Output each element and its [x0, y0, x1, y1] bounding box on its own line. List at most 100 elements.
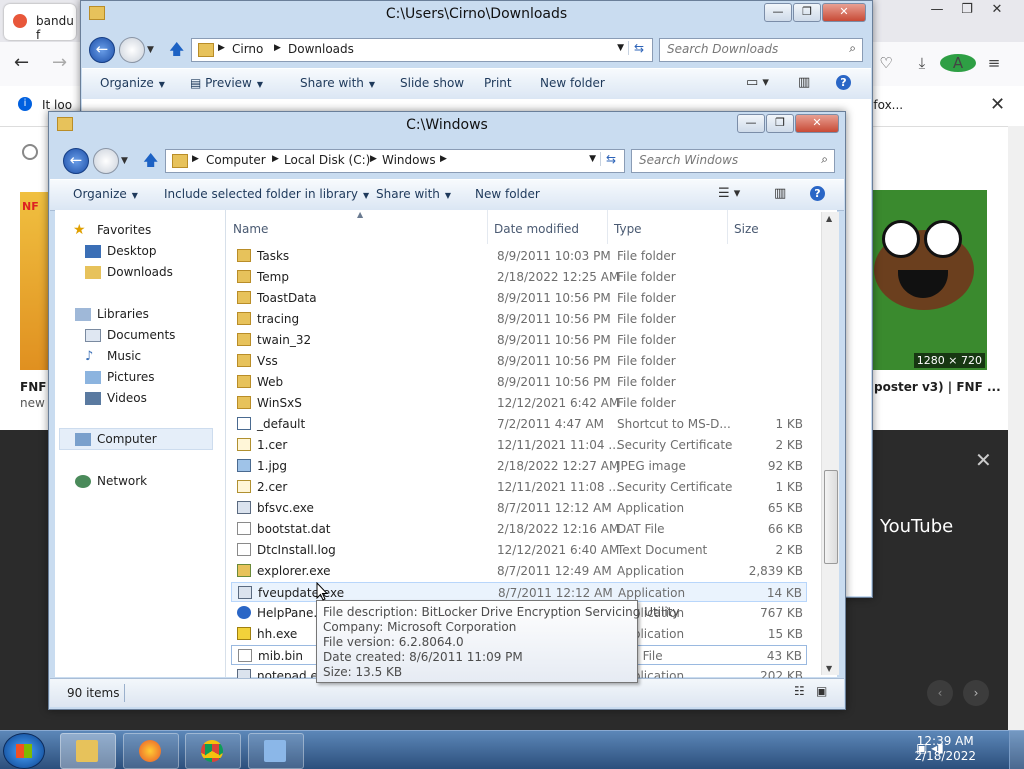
forward-button[interactable] [93, 148, 119, 174]
scroll-down-icon[interactable]: ▼ [826, 664, 832, 673]
breadcrumb-arrow-icon[interactable]: ▶ [274, 43, 281, 53]
forward-button[interactable] [119, 37, 145, 63]
close-icon[interactable]: ✕ [982, 2, 1012, 17]
column-header-size[interactable]: Size [734, 222, 759, 236]
close-button[interactable]: ✕ [822, 3, 866, 22]
show-desktop-button[interactable] [1009, 731, 1024, 769]
recent-pages-icon[interactable]: ▼ [147, 45, 154, 55]
table-row[interactable]: twain_32 8/9/2011 10:56 PM File folder [231, 330, 807, 350]
preview-pane-icon[interactable]: ▥ [798, 75, 810, 90]
column-separator[interactable] [487, 210, 488, 244]
chevron-left-icon[interactable]: ‹ [927, 680, 953, 706]
new-folder-button[interactable]: New folder [540, 76, 605, 90]
include-in-library-button[interactable]: Include selected folder in library ▼ [164, 187, 369, 201]
new-folder-button[interactable]: New folder [475, 187, 540, 201]
column-header-type[interactable]: Type [614, 222, 642, 236]
address-dropdown-icon[interactable]: ▼ [617, 43, 624, 53]
table-row[interactable]: WinSxS 12/12/2021 6:42 AM File folder [231, 393, 807, 413]
table-row[interactable]: tracing 8/9/2011 10:56 PM File folder [231, 309, 807, 329]
help-icon[interactable]: ? [810, 186, 825, 201]
breadcrumb-item[interactable]: Computer [206, 153, 266, 167]
table-row[interactable]: 1.jpg 2/18/2022 12:27 AM JPEG image 92 KB [231, 456, 807, 476]
thumbnail-view-icon[interactable]: ▣ [816, 684, 827, 698]
table-row[interactable]: DtcInstall.log 12/12/2021 6:40 AM Text Doc… [231, 540, 807, 560]
refresh-icon[interactable]: ⇆ [628, 41, 649, 55]
maximize-icon[interactable]: ❐ [952, 2, 982, 17]
nav-favorites[interactable]: Favorites [97, 223, 151, 237]
column-separator[interactable] [727, 210, 728, 244]
nav-pictures[interactable]: Pictures [107, 370, 155, 384]
minimize-button[interactable]: — [764, 3, 792, 22]
overlay-close-icon[interactable]: ✕ [975, 448, 992, 472]
menu-icon[interactable]: ≡ [976, 54, 1012, 72]
nav-documents[interactable]: Documents [107, 328, 175, 342]
taskbar-chrome-button[interactable] [185, 733, 241, 769]
organize-button[interactable]: Organize ▼ [100, 76, 165, 90]
column-header-name[interactable]: Name [233, 222, 268, 236]
table-row[interactable]: ToastData 8/9/2011 10:56 PM File folder [231, 288, 807, 308]
help-icon[interactable]: ? [836, 75, 851, 90]
search-input[interactable]: Search Windows ⌕ [631, 149, 835, 173]
share-with-button[interactable]: Share with ▼ [376, 187, 451, 201]
browser-forward-icon[interactable]: → [52, 52, 67, 73]
change-view-icon[interactable]: ☰ ▾ [718, 186, 740, 201]
maximize-button[interactable]: ❐ [766, 114, 794, 133]
minimize-icon[interactable]: — [922, 2, 952, 17]
breadcrumb-arrow-icon[interactable]: ▶ [218, 43, 225, 53]
print-button[interactable]: Print [484, 76, 512, 90]
search-icon[interactable]: ⌕ [821, 152, 828, 167]
table-row[interactable]: Web 8/9/2011 10:56 PM File folder [231, 372, 807, 392]
nav-computer[interactable]: Computer [97, 432, 157, 446]
maximize-button[interactable]: ❐ [793, 3, 821, 22]
browser-scrollbar[interactable] [1008, 126, 1024, 730]
breadcrumb-item[interactable]: Downloads [288, 42, 354, 56]
details-view-icon[interactable]: ☷ [794, 684, 805, 698]
back-button[interactable]: ← [89, 37, 115, 63]
start-button[interactable] [3, 733, 45, 769]
up-arrow-icon[interactable]: 🡅 [143, 150, 158, 175]
breadcrumb-arrow-icon[interactable]: ▶ [192, 154, 199, 164]
table-row[interactable]: 1.cer 12/11/2021 11:04 ... Security Certif… [231, 435, 807, 455]
preview-button[interactable]: ▤ Preview ▼ [190, 76, 263, 90]
taskbar-explorer-button[interactable] [60, 733, 116, 769]
download-icon[interactable]: ⤓ [904, 54, 940, 72]
clock[interactable]: 12:39 AM 2/18/2022 [914, 734, 976, 764]
organize-button[interactable]: Organize ▼ [73, 187, 138, 201]
caption-left-title[interactable]: FNF [20, 380, 46, 394]
breadcrumb-item[interactable]: Cirno [232, 42, 263, 56]
nav-downloads[interactable]: Downloads [107, 265, 173, 279]
search-icon[interactable]: ⌕ [849, 41, 856, 56]
file-list-scrollbar[interactable]: ▲ ▼ [821, 212, 839, 675]
scroll-thumb[interactable] [824, 470, 838, 564]
taskbar-control-panel-button[interactable] [248, 733, 304, 769]
table-row[interactable]: Tasks 8/9/2011 10:03 PM File folder [231, 246, 807, 266]
change-view-icon[interactable]: ▭ ▾ [746, 75, 769, 90]
pocket-icon[interactable]: ♡ [868, 54, 904, 72]
share-with-button[interactable]: Share with ▼ [300, 76, 375, 90]
table-row[interactable]: Temp 2/18/2022 12:25 AM File folder [231, 267, 807, 287]
column-separator[interactable] [607, 210, 608, 244]
table-row[interactable]: explorer.exe 8/7/2011 12:49 AM Application… [231, 561, 807, 581]
address-bar[interactable]: ▶ Cirno ▶ Downloads ▼ ⇆ [191, 38, 653, 62]
up-arrow-icon[interactable]: 🡅 [169, 39, 184, 64]
breadcrumb-item[interactable]: Local Disk (C:) [284, 153, 370, 167]
table-row[interactable]: bootstat.dat 2/18/2022 12:16 AM DAT File 66… [231, 519, 807, 539]
recent-pages-icon[interactable]: ▼ [121, 156, 128, 166]
preview-pane-icon[interactable]: ▥ [774, 186, 786, 201]
account-icon[interactable]: A [940, 54, 976, 72]
browser-back-icon[interactable]: ← [14, 52, 29, 73]
table-row[interactable]: bfsvc.exe 8/7/2011 12:12 AM Application 65 … [231, 498, 807, 518]
nav-videos[interactable]: Videos [107, 391, 147, 405]
close-button[interactable]: ✕ [795, 114, 839, 133]
table-row[interactable]: Vss 8/9/2011 10:56 PM File folder [231, 351, 807, 371]
address-dropdown-icon[interactable]: ▼ [589, 154, 596, 164]
slide-show-button[interactable]: Slide show [400, 76, 464, 90]
column-header-date[interactable]: Date modified [494, 222, 579, 236]
nav-network[interactable]: Network [97, 474, 147, 488]
breadcrumb-item[interactable]: Windows [382, 153, 436, 167]
table-row[interactable]: _default 7/2/2011 4:47 AM Shortcut to MS-D… [231, 414, 807, 434]
nav-music[interactable]: Music [107, 349, 141, 363]
breadcrumb-arrow-icon[interactable]: ▶ [370, 154, 377, 164]
address-bar[interactable]: ▶ Computer ▶ Local Disk (C:) ▶ Windows ▶… [165, 149, 625, 173]
scroll-up-icon[interactable]: ▲ [826, 214, 832, 223]
